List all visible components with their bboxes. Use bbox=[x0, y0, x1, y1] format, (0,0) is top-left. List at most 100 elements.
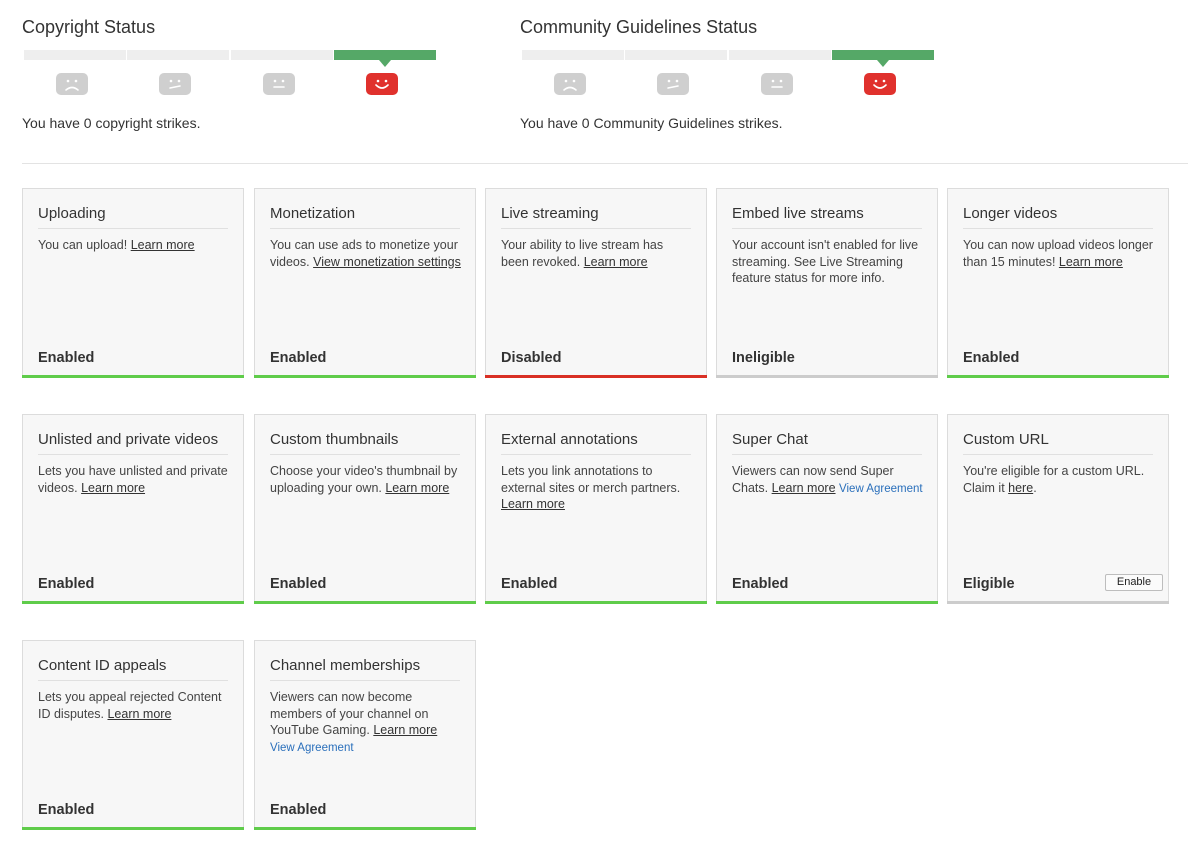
feature-title: Embed live streams bbox=[732, 205, 922, 229]
community-status-section: Community Guidelines Status You have 0 C… bbox=[520, 0, 960, 140]
feature-card-super-chat: Super Chat Viewers can now send Super Cha… bbox=[716, 414, 938, 604]
description-text: . bbox=[1033, 480, 1037, 495]
feature-status: Enabled bbox=[38, 802, 95, 818]
feature-card-embed-live-streams: Embed live streams Your account isn't ena… bbox=[716, 188, 938, 378]
feature-description: Viewers can now send Super Chats. Learn … bbox=[732, 463, 925, 497]
feature-card-custom-url: Custom URL You're eligible for a custom U… bbox=[947, 414, 1169, 604]
feature-description: Choose your video's thumbnail by uploadi… bbox=[270, 463, 463, 496]
feature-card-unlisted-and-private-videos: Unlisted and private videos Lets you have… bbox=[22, 414, 244, 604]
status-bar bbox=[485, 601, 707, 604]
meh-face-icon bbox=[159, 73, 192, 95]
description-text: Your account isn't enabled for live stre… bbox=[732, 238, 919, 285]
feature-title: Monetization bbox=[270, 205, 460, 229]
copyright-strike-meter bbox=[24, 50, 436, 67]
learn-more-link[interactable]: Learn more bbox=[501, 497, 565, 511]
status-bar bbox=[485, 375, 707, 378]
feature-description: You can now upload videos longer than 15… bbox=[963, 237, 1156, 270]
feature-description: You're eligible for a custom URL. Claim … bbox=[963, 463, 1156, 496]
feature-title: Content ID appeals bbox=[38, 657, 228, 681]
status-bar bbox=[947, 375, 1169, 378]
copyright-strikes-message: You have 0 copyright strikes. bbox=[22, 115, 201, 131]
feature-card-live-streaming: Live streaming Your ability to live strea… bbox=[485, 188, 707, 378]
enable-button[interactable]: Enable bbox=[1105, 574, 1163, 591]
feature-status: Enabled bbox=[963, 350, 1020, 366]
feature-status: Enabled bbox=[501, 576, 558, 592]
feature-title: Unlisted and private videos bbox=[38, 431, 228, 455]
feature-status: Eligible bbox=[963, 576, 1015, 592]
feature-status: Enabled bbox=[270, 350, 327, 366]
feature-description: Your ability to live stream has been rev… bbox=[501, 237, 694, 270]
meter-segment bbox=[24, 50, 126, 60]
feature-card-uploading: Uploading You can upload! Learn more Enabl… bbox=[22, 188, 244, 378]
meter-segment bbox=[127, 50, 230, 60]
description-text: You can upload! bbox=[38, 238, 131, 252]
happy-face-icon bbox=[863, 73, 896, 95]
copyright-status-title: Copyright Status bbox=[22, 17, 156, 37]
meter-segment bbox=[728, 50, 831, 60]
neutral-face-icon bbox=[262, 73, 295, 95]
feature-title: Uploading bbox=[38, 205, 228, 229]
feature-status: Enabled bbox=[38, 576, 95, 592]
learn-more-link[interactable]: Learn more bbox=[107, 707, 171, 721]
status-bar bbox=[254, 827, 476, 830]
learn-more-link[interactable]: Learn more bbox=[385, 481, 449, 495]
feature-card-longer-videos: Longer videos You can now upload videos l… bbox=[947, 188, 1169, 378]
status-bar bbox=[716, 601, 938, 604]
meter-segment bbox=[522, 50, 624, 60]
feature-description: You can use ads to monetize your videos.… bbox=[270, 237, 463, 270]
feature-card-channel-memberships: Channel memberships Viewers can now becom… bbox=[254, 640, 476, 830]
learn-more-link[interactable]: here bbox=[1008, 481, 1033, 495]
meter-pointer bbox=[876, 60, 889, 67]
status-bar bbox=[22, 375, 244, 378]
feature-card-external-annotations: External annotations Lets you link annota… bbox=[485, 414, 707, 604]
view-agreement-link[interactable]: View Agreement bbox=[839, 483, 923, 495]
feature-status: Enabled bbox=[270, 802, 327, 818]
status-bar bbox=[254, 375, 476, 378]
status-bar bbox=[254, 601, 476, 604]
view-agreement-link[interactable]: View Agreement bbox=[270, 742, 354, 754]
happy-face-icon bbox=[365, 73, 398, 95]
learn-more-link[interactable]: Learn more bbox=[1059, 255, 1123, 269]
community-strike-meter bbox=[522, 50, 934, 67]
feature-description: Your account isn't enabled for live stre… bbox=[732, 237, 925, 287]
feature-description: You can upload! Learn more bbox=[38, 237, 231, 254]
feature-title: Longer videos bbox=[963, 205, 1153, 229]
learn-more-link[interactable]: Learn more bbox=[584, 255, 648, 269]
sad-face-icon bbox=[554, 73, 586, 95]
feature-title: Channel memberships bbox=[270, 657, 460, 681]
feature-description: Viewers can now become members of your c… bbox=[270, 689, 463, 756]
meter-segment bbox=[625, 50, 728, 60]
feature-status: Ineligible bbox=[732, 350, 795, 366]
learn-more-link[interactable]: Learn more bbox=[373, 723, 437, 737]
description-text: Lets you link annotations to external si… bbox=[501, 464, 681, 495]
description-text: You're eligible for a custom URL. Claim … bbox=[963, 464, 1145, 495]
meter-segment bbox=[831, 50, 934, 60]
meh-face-icon bbox=[657, 73, 690, 95]
learn-more-link[interactable]: Learn more bbox=[81, 481, 145, 495]
feature-title: Custom thumbnails bbox=[270, 431, 460, 455]
status-bar bbox=[716, 375, 938, 378]
feature-title: Custom URL bbox=[963, 431, 1153, 455]
neutral-face-icon bbox=[760, 73, 793, 95]
feature-status: Enabled bbox=[38, 350, 95, 366]
sad-face-icon bbox=[56, 73, 88, 95]
status-bar bbox=[22, 601, 244, 604]
feature-description: Lets you have unlisted and private video… bbox=[38, 463, 231, 496]
feature-description: Lets you link annotations to external si… bbox=[501, 463, 694, 513]
community-status-title: Community Guidelines Status bbox=[520, 17, 758, 37]
meter-pointer bbox=[378, 60, 391, 67]
feature-card-custom-thumbnails: Custom thumbnails Choose your video's thu… bbox=[254, 414, 476, 604]
learn-more-link[interactable]: Learn more bbox=[772, 481, 836, 495]
feature-card-monetization: Monetization You can use ads to monetize … bbox=[254, 188, 476, 378]
status-bar bbox=[22, 827, 244, 830]
learn-more-link[interactable]: Learn more bbox=[131, 238, 195, 252]
feature-title: Live streaming bbox=[501, 205, 691, 229]
meter-segment bbox=[230, 50, 333, 60]
feature-description: Lets you appeal rejected Content ID disp… bbox=[38, 689, 231, 722]
feature-status: Enabled bbox=[732, 576, 789, 592]
learn-more-link[interactable]: View monetization settings bbox=[313, 255, 461, 269]
feature-title: Super Chat bbox=[732, 431, 922, 455]
community-strikes-message: You have 0 Community Guidelines strikes. bbox=[520, 115, 783, 131]
section-divider bbox=[22, 163, 1188, 164]
feature-title: External annotations bbox=[501, 431, 691, 455]
